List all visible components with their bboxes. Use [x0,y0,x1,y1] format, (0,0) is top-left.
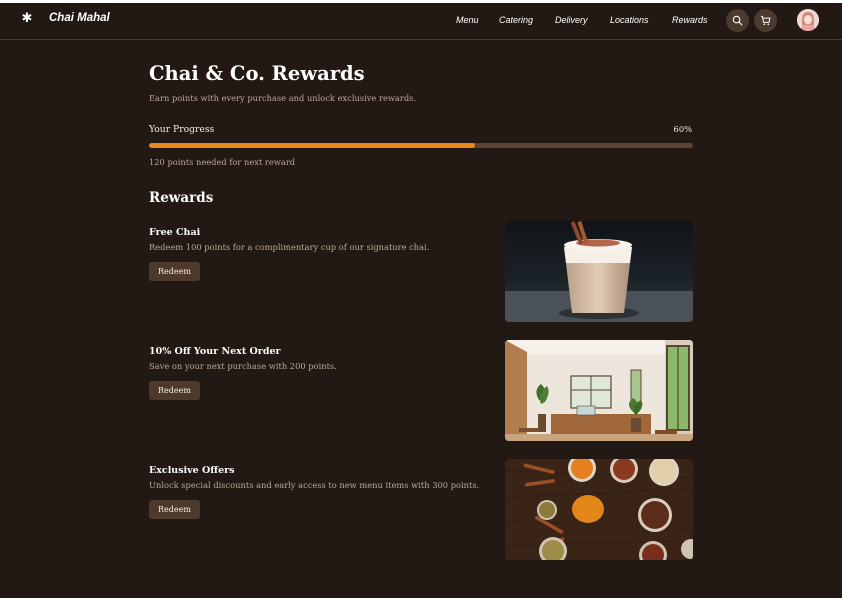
nav-item-menu[interactable]: Menu [456,15,479,25]
cafe-interior-photo [505,340,693,441]
nav-item-locations[interactable]: Locations [610,15,649,25]
spices-photo [505,459,693,560]
cart-button[interactable] [754,9,777,32]
reward-description: Unlock special discounts and early acces… [149,480,480,490]
nav-item-catering[interactable]: Catering [499,15,533,25]
page-title: Chai & Co. Rewards [149,62,365,85]
nav-item-rewards[interactable]: Rewards [672,15,708,25]
reward-card-exclusive-offers: Exclusive Offers Unlock special discount… [149,459,693,566]
brand-name[interactable]: Chai Mahal [49,12,110,24]
reward-title: 10% Off Your Next Order [149,346,281,357]
nav-item-delivery[interactable]: Delivery [555,15,588,25]
redeem-button[interactable]: Redeem [149,262,200,281]
reward-card-free-chai: Free Chai Redeem 100 points for a compli… [149,221,693,328]
redeem-button[interactable]: Redeem [149,381,200,400]
chai-latte-photo [505,221,693,322]
reward-card-10-off: 10% Off Your Next Order Save on your nex… [149,340,693,447]
progress-bar-fill [149,143,476,148]
progress-percent: 60% [673,124,692,134]
top-nav-bar: ✱ Chai Mahal Menu Catering Delivery Loca… [0,3,842,40]
search-button[interactable] [726,9,749,32]
user-avatar[interactable] [797,9,819,31]
reward-title: Exclusive Offers [149,465,235,476]
rewards-heading: Rewards [149,190,214,206]
reward-description: Redeem 100 points for a complimentary cu… [149,242,430,252]
page-subtitle: Earn points with every purchase and unlo… [149,93,417,103]
reward-description: Save on your next purchase with 200 poin… [149,361,337,371]
progress-label: Your Progress [149,124,215,135]
asterisk-icon[interactable]: ✱ [20,12,34,26]
progress-bar [149,143,693,148]
search-icon [732,15,743,26]
cart-icon [760,15,771,26]
redeem-button[interactable]: Redeem [149,500,200,519]
progress-note: 120 points needed for next reward [149,157,296,167]
reward-title: Free Chai [149,227,201,238]
page: ✱ Chai Mahal Menu Catering Delivery Loca… [0,3,842,598]
